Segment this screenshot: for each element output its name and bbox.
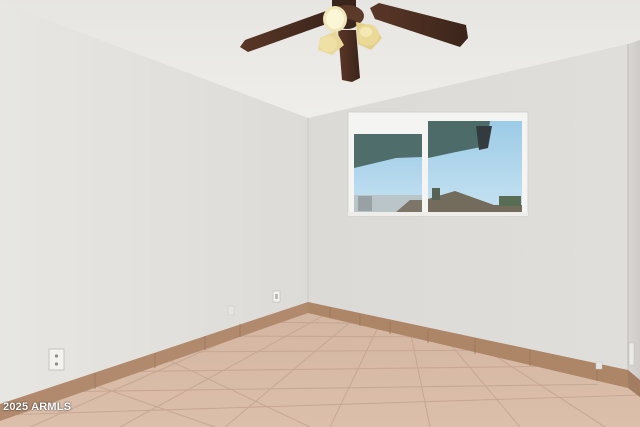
- window: [347, 111, 529, 217]
- outlet-back: [595, 361, 603, 370]
- right-wall: [628, 40, 640, 390]
- outlet-left-low: [48, 348, 65, 371]
- outlet-mid-wall: [227, 305, 235, 316]
- room-photo: 2025 ARMLS: [0, 0, 640, 427]
- window-mullion: [422, 126, 428, 214]
- outlet-corner: [272, 290, 281, 303]
- room-illustration: [0, 0, 640, 427]
- watermark: 2025 ARMLS: [3, 401, 72, 413]
- outlet-right: [628, 342, 635, 366]
